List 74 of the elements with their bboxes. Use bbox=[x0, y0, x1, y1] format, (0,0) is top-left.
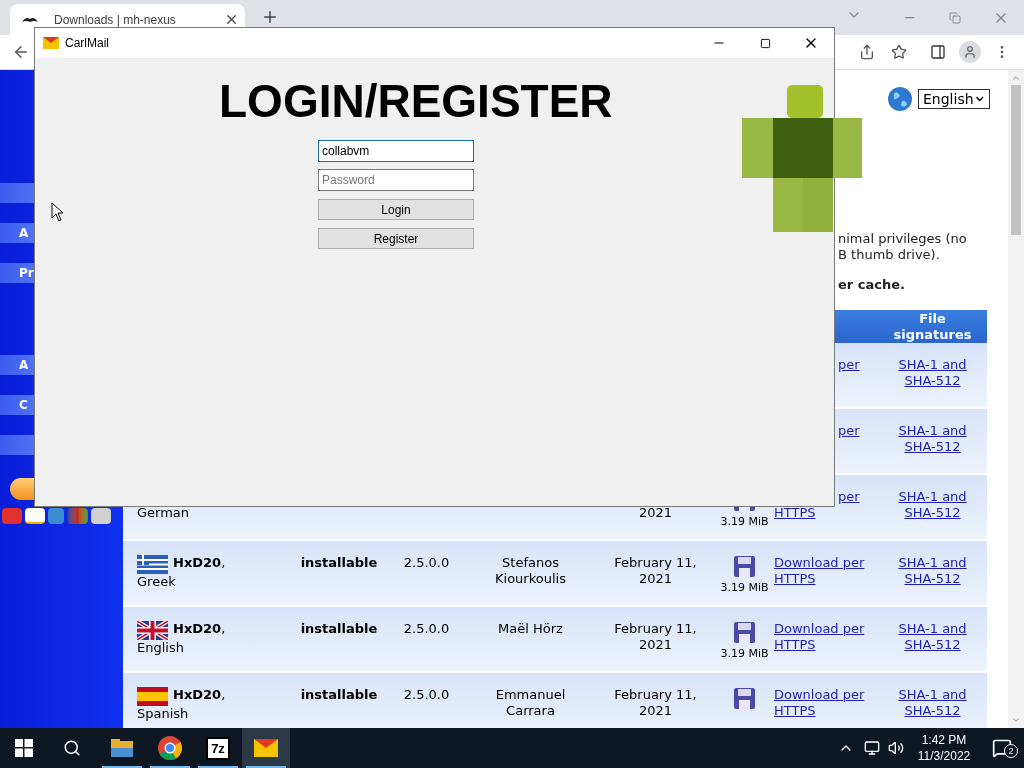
taskbar-app[interactable]: 7z bbox=[194, 728, 242, 768]
notification-count: 2 bbox=[1004, 744, 1018, 758]
intro-text: nimal privileges (no bbox=[838, 231, 968, 247]
author-text: Maël Hörz bbox=[497, 621, 564, 638]
tab-title: Downloads | mh-nexus bbox=[54, 11, 177, 29]
scroll-thumb[interactable] bbox=[1011, 85, 1021, 235]
signature-link[interactable]: SHA-1 and SHA-512 bbox=[891, 423, 974, 473]
form-button[interactable]: Login bbox=[318, 199, 474, 220]
volume-icon[interactable] bbox=[888, 740, 904, 756]
signature-link[interactable]: SHA-1 and SHA-512 bbox=[891, 621, 974, 671]
form-button[interactable]: Register bbox=[318, 228, 474, 249]
file-size: 3.19 MiB bbox=[720, 514, 769, 530]
side-panel-icon[interactable] bbox=[930, 44, 946, 60]
window-title: CarlMail bbox=[65, 35, 109, 52]
signature-link[interactable]: SHA-1 and SHA-512 bbox=[891, 555, 974, 605]
archiver-icon: 7z bbox=[206, 736, 230, 760]
product-name: HxD20, English bbox=[137, 621, 227, 656]
network-icon[interactable] bbox=[864, 740, 880, 756]
windows-logo-icon[interactable] bbox=[15, 739, 33, 757]
file-size: 3.19 MiB bbox=[720, 646, 769, 662]
signature-link[interactable]: SHA-1 and SHA-512 bbox=[891, 489, 974, 539]
new-tab-icon[interactable] bbox=[261, 8, 279, 26]
version-text: 2.5.0.0 bbox=[403, 621, 450, 636]
cursor-icon bbox=[51, 202, 64, 222]
column-header: File signatures bbox=[892, 310, 973, 343]
date-text: February 11, 2021 bbox=[613, 687, 698, 720]
intro-text: B thumb drive). bbox=[838, 247, 941, 263]
version-text: 2.5.0.0 bbox=[403, 687, 450, 702]
scrollbar[interactable] bbox=[1008, 70, 1024, 728]
flag-icon bbox=[137, 555, 168, 574]
star-icon[interactable] bbox=[891, 44, 907, 60]
close-icon[interactable] bbox=[224, 12, 239, 27]
browser-icon bbox=[158, 736, 182, 760]
card-icon bbox=[91, 508, 111, 524]
edition-type: installable bbox=[300, 555, 378, 570]
product-name: HxD20, Spanish bbox=[137, 687, 227, 722]
clock[interactable]: 1:42 PM 11/3/2022 bbox=[914, 732, 974, 764]
page-heading: LOGIN/REGISTER bbox=[219, 75, 613, 127]
download-link[interactable]: Download per HTTPS bbox=[774, 621, 866, 653]
username-field[interactable]: collabvm bbox=[318, 140, 474, 162]
flag-icon bbox=[137, 621, 168, 640]
date-text: February 11, 2021 bbox=[613, 555, 698, 588]
product-name: HxD20, Greek bbox=[137, 555, 227, 590]
download-link[interactable]: Download per HTTPS bbox=[774, 687, 866, 719]
edition-type: installable bbox=[300, 687, 378, 702]
profile-icon[interactable] bbox=[959, 41, 981, 63]
product-name: German bbox=[137, 505, 191, 521]
envelope-icon bbox=[254, 739, 278, 757]
note-text: er cache. bbox=[838, 277, 906, 293]
version-text: 2.5.0.0 bbox=[403, 555, 450, 570]
maximize-icon[interactable] bbox=[759, 37, 771, 49]
language-select[interactable]: English bbox=[918, 89, 990, 109]
share-icon[interactable] bbox=[859, 44, 875, 60]
card-icon bbox=[2, 508, 22, 524]
globe-icon bbox=[888, 87, 912, 111]
search-icon[interactable] bbox=[63, 739, 81, 757]
mustache-icon bbox=[22, 15, 38, 24]
folder-icon bbox=[111, 739, 133, 757]
card-icon bbox=[48, 508, 64, 524]
signature-link[interactable]: SHA-1 and SHA-512 bbox=[891, 687, 974, 728]
date-text: 2021 bbox=[637, 505, 674, 522]
taskbar-app[interactable] bbox=[242, 728, 290, 768]
edition-type: installable bbox=[300, 621, 378, 636]
signature-link[interactable]: SHA-1 and SHA-512 bbox=[891, 357, 974, 407]
flag-icon bbox=[137, 687, 168, 706]
card-icon bbox=[67, 508, 88, 524]
date-text: February 11, 2021 bbox=[613, 621, 698, 654]
envelope-icon bbox=[43, 37, 59, 49]
author-text: Emmanuel Carrara bbox=[494, 687, 567, 720]
author-text: Stefanos Kiourkoulis bbox=[494, 555, 567, 588]
password-field[interactable]: Password bbox=[318, 169, 474, 191]
file-size: 3.19 MiB bbox=[720, 580, 769, 596]
download-link[interactable]: Download per HTTPS bbox=[774, 555, 866, 587]
card-icon bbox=[25, 508, 45, 524]
